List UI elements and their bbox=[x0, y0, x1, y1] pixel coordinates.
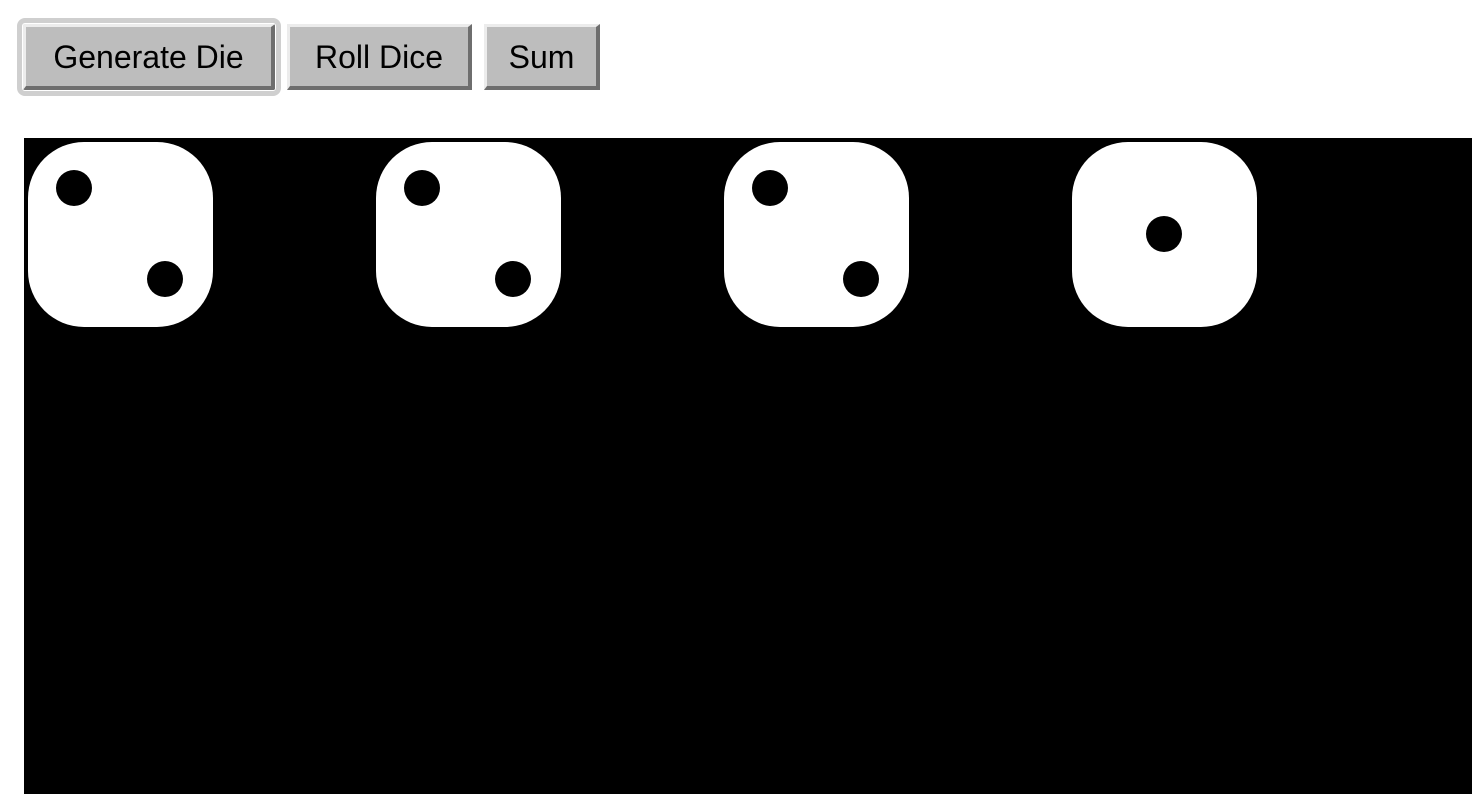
die-pip bbox=[1146, 216, 1182, 252]
die-pip bbox=[56, 170, 92, 206]
die-pip bbox=[495, 261, 531, 297]
toolbar: Generate Die Roll Dice Sum bbox=[0, 0, 1472, 110]
die bbox=[28, 142, 213, 327]
die bbox=[724, 142, 909, 327]
die-pip bbox=[843, 261, 879, 297]
roll-dice-button[interactable]: Roll Dice bbox=[287, 24, 472, 90]
die bbox=[376, 142, 561, 327]
die-pip bbox=[404, 170, 440, 206]
die bbox=[1072, 142, 1257, 327]
dice-board bbox=[24, 138, 1472, 794]
die-pip bbox=[147, 261, 183, 297]
sum-button[interactable]: Sum bbox=[484, 24, 600, 90]
generate-die-button[interactable]: Generate Die bbox=[17, 18, 281, 96]
die-pip bbox=[752, 170, 788, 206]
